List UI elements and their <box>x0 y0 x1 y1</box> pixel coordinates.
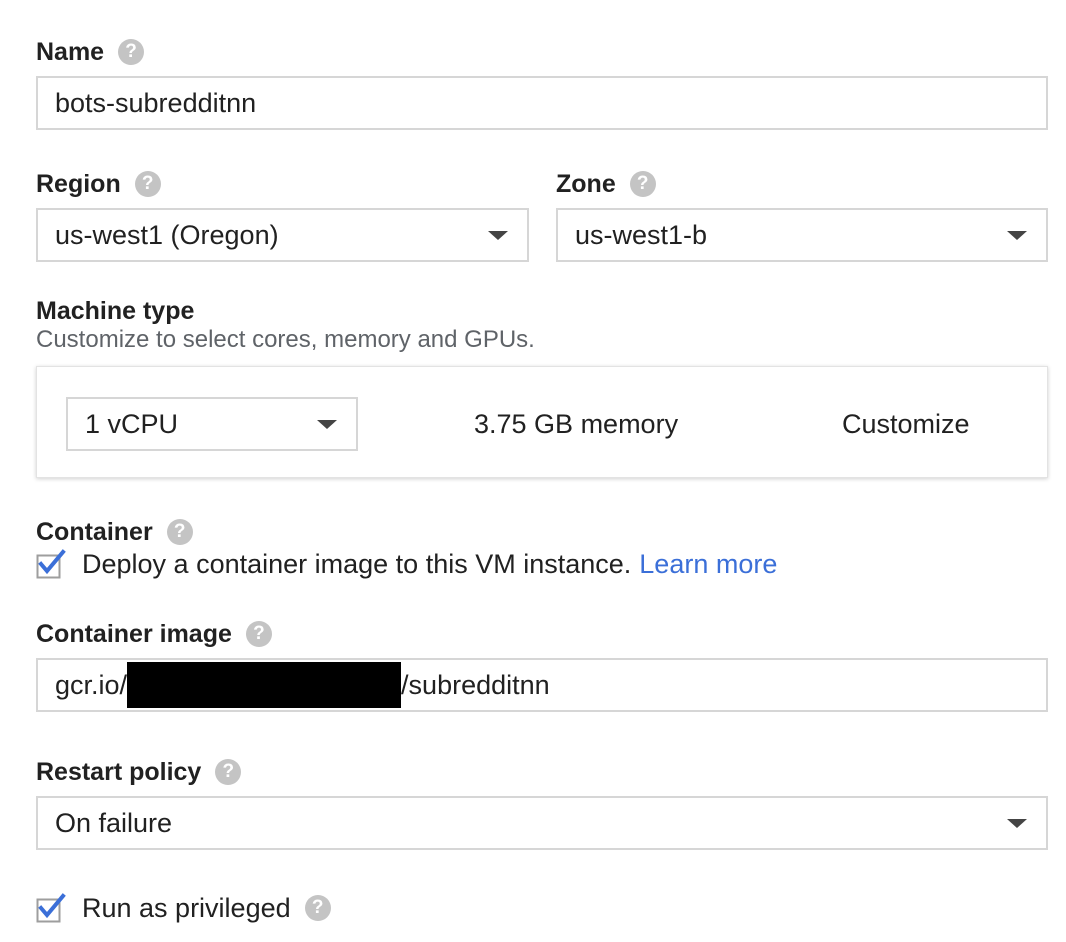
memory-text: 3.75 GB memory <box>474 408 679 439</box>
machine-type-label: Machine type <box>36 297 195 325</box>
caret-down-icon <box>317 420 337 429</box>
help-icon[interactable]: ? <box>166 519 193 545</box>
container-checkbox[interactable] <box>36 549 66 579</box>
cores-select[interactable]: 1 vCPU <box>66 397 358 451</box>
cores-select-value: 1 vCPU <box>85 408 179 439</box>
customize-link[interactable]: Customize <box>842 407 970 441</box>
zone-select-value: us-west1-b <box>575 219 708 250</box>
help-icon[interactable]: ? <box>245 621 272 647</box>
caret-down-icon <box>1007 819 1027 828</box>
restart-policy-label-row: Restart policy ? <box>36 757 242 787</box>
caret-down-icon <box>1007 231 1027 240</box>
zone-select[interactable]: us-west1-b <box>556 208 1048 262</box>
name-label: Name <box>36 38 105 66</box>
region-label-row: Region ? <box>36 169 161 199</box>
help-icon[interactable]: ? <box>134 171 161 197</box>
restart-policy-select[interactable]: On failure <box>36 796 1048 850</box>
name-input-value: bots-subredditnn <box>55 87 257 118</box>
help-icon[interactable]: ? <box>629 171 656 197</box>
redacted-block <box>127 662 402 708</box>
container-checkbox-text: Deploy a container image to this VM inst… <box>82 548 632 579</box>
help-icon[interactable]: ? <box>304 895 331 921</box>
privileged-checkbox-row: Run as privileged ? <box>36 890 331 926</box>
learn-more-link[interactable]: Learn more <box>639 549 777 580</box>
zone-label: Zone <box>556 170 616 198</box>
zone-label-row: Zone ? <box>556 169 656 199</box>
help-icon[interactable]: ? <box>215 759 242 785</box>
restart-policy-label: Restart policy <box>36 758 202 786</box>
container-label: Container <box>36 518 153 546</box>
machine-type-description: Customize to select cores, memory and GP… <box>36 326 535 353</box>
name-input[interactable]: bots-subredditnn <box>36 76 1048 130</box>
container-label-row: Container ? <box>36 517 193 547</box>
container-image-input[interactable]: gcr.io/ /subredditnn <box>36 658 1048 712</box>
help-icon[interactable]: ? <box>118 39 145 65</box>
container-image-prefix: gcr.io/ <box>55 669 128 700</box>
region-select-value: us-west1 (Oregon) <box>55 219 279 250</box>
privileged-label: Run as privileged <box>82 892 291 923</box>
machine-type-card: 1 vCPU 3.75 GB memory Customize <box>36 366 1048 478</box>
container-image-label-row: Container image ? <box>36 619 272 649</box>
privileged-checkbox[interactable] <box>36 893 66 923</box>
region-label: Region <box>36 170 121 198</box>
container-image-suffix: /subredditnn <box>401 669 550 700</box>
caret-down-icon <box>488 231 508 240</box>
region-select[interactable]: us-west1 (Oregon) <box>36 208 529 262</box>
container-checkbox-row: Deploy a container image to this VM inst… <box>36 546 777 582</box>
name-label-row: Name ? <box>36 37 145 67</box>
restart-policy-value: On failure <box>55 807 173 838</box>
container-image-label: Container image <box>36 620 232 648</box>
